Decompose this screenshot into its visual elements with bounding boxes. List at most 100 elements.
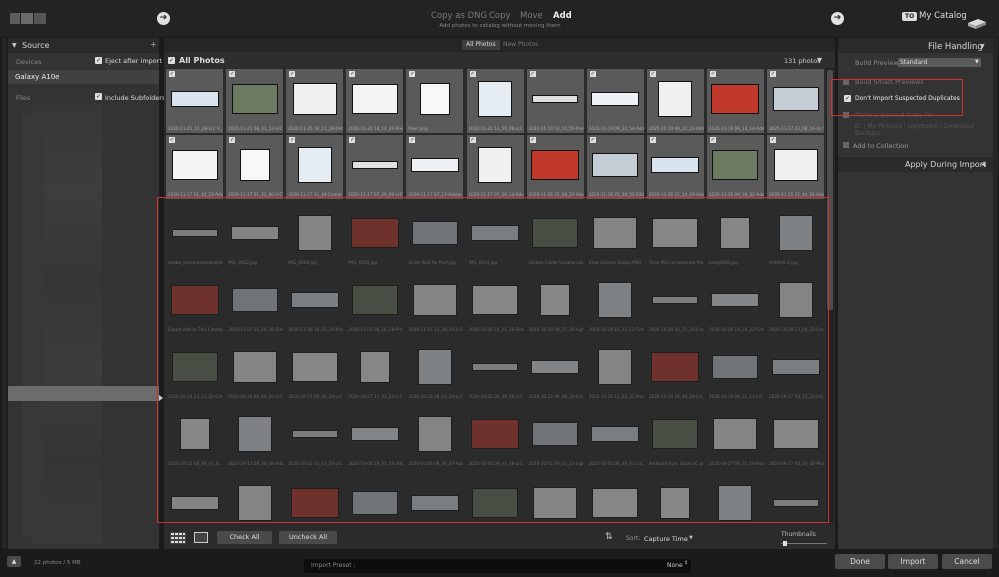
highlight-box bbox=[157, 197, 829, 523]
collapse-triangle-icon[interactable]: ▼ bbox=[817, 56, 822, 64]
devices-label: Devices bbox=[16, 58, 42, 66]
thumbnail-cell[interactable]: ✓2020-11-17 21_45_10-Adob... bbox=[165, 134, 224, 200]
include-checkbox[interactable]: ✓ bbox=[349, 137, 356, 143]
mode-hint: Add photos to catalog without moving the… bbox=[439, 23, 561, 29]
selected-folder[interactable] bbox=[8, 386, 159, 401]
include-checkbox[interactable]: ✓ bbox=[349, 71, 356, 77]
include-checkbox[interactable]: ✓ bbox=[649, 71, 656, 77]
thumbnail-size-handle[interactable] bbox=[783, 541, 787, 546]
thumbnail-cell[interactable]: ✓ 2020-11-19 10_15_55-Poin... bbox=[526, 68, 585, 134]
thumbnail-image bbox=[651, 157, 700, 173]
thumbnail-cell[interactable]: ✓ 2020-11-17 11_44-Camer... bbox=[285, 134, 344, 200]
include-checkbox[interactable]: ✓ bbox=[529, 137, 536, 143]
include-checkbox[interactable]: ✓ bbox=[229, 71, 236, 77]
include-checkbox[interactable]: ✓ bbox=[169, 71, 175, 77]
thumbnail-cell[interactable]: ✓ 2020-11-21 08_31_13-LrC V... bbox=[225, 68, 284, 134]
thumbnail-image bbox=[772, 87, 819, 111]
arrow-right-icon[interactable]: ➔ bbox=[831, 12, 844, 25]
thumbnail-image bbox=[170, 91, 219, 107]
include-checkbox[interactable]: ✓ bbox=[289, 137, 296, 143]
thumbnail-cell[interactable]: ✓ 2020-11-19 09_22_22-Add... bbox=[646, 68, 705, 134]
thumbnail-cell[interactable]: ✓ 2020-11-20 18_12_40-Pixel... bbox=[345, 68, 404, 134]
include-checkbox[interactable]: ✓ bbox=[169, 137, 175, 143]
chevron-updown-icon[interactable]: ⇕ bbox=[684, 560, 688, 566]
mode-move[interactable]: Move bbox=[520, 11, 543, 21]
eject-checkbox[interactable]: ✓ bbox=[95, 57, 102, 64]
include-checkbox[interactable]: ✓ bbox=[409, 137, 416, 143]
thumbnail-frame: ✓ 2020-11-21_11_28-LrC V... bbox=[166, 69, 223, 133]
thumbnail-size-slider[interactable] bbox=[781, 543, 827, 544]
thumbnail-cell[interactable]: ✓ 2020-11-21_11_28-LrC V... bbox=[165, 68, 224, 134]
plus-icon[interactable]: + bbox=[150, 40, 157, 49]
thumbnail-cell[interactable]: ✓ 2020-11-17 07_17-Adobe... bbox=[405, 134, 464, 200]
include-checkbox[interactable]: ✓ bbox=[469, 137, 476, 143]
thumbnail-image bbox=[591, 92, 640, 106]
thumbnail-cell[interactable]: ✓2020-11-16 21_14_43-Adob... bbox=[646, 134, 705, 200]
expand-up-icon[interactable]: ▲ bbox=[7, 556, 21, 567]
thumbnail-image bbox=[531, 150, 580, 180]
mode-add[interactable]: Add bbox=[553, 11, 572, 21]
cancel-button[interactable]: Cancel bbox=[942, 554, 992, 569]
check-all-button[interactable]: Check All bbox=[217, 531, 272, 544]
left-scrollbar[interactable] bbox=[2, 38, 7, 548]
collapse-triangle-icon[interactable]: ▼ bbox=[12, 42, 17, 49]
tab-new-photos[interactable]: New Photos bbox=[499, 40, 542, 50]
include-checkbox[interactable]: ✓ bbox=[770, 71, 776, 77]
grid-view-icon[interactable] bbox=[170, 532, 186, 544]
expand-triangle-icon[interactable]: ◀ bbox=[981, 161, 986, 168]
done-button[interactable]: Done bbox=[835, 554, 885, 569]
import-preset-select[interactable]: None bbox=[667, 562, 683, 569]
include-checkbox[interactable]: ✓ bbox=[409, 71, 416, 77]
thumbnail-cell[interactable]: ✓ 2020-11-20 13_59_08-LrC... bbox=[466, 68, 525, 134]
import-preset-label: Import Preset : bbox=[311, 562, 356, 569]
thumbnail-cell[interactable]: ✓2020-11-17 07_16_14-Adob... bbox=[466, 134, 525, 200]
right-scrollbar[interactable] bbox=[993, 38, 998, 548]
destination-catalog[interactable]: My Catalog bbox=[919, 11, 967, 21]
thumbnail-caption: 2020-11-20 18_12_40-Pixel... bbox=[348, 126, 404, 131]
include-checkbox[interactable]: ✓ bbox=[589, 137, 596, 143]
thumbnail-cell[interactable]: ✓ 2020-11-20 18_11_28-Untitl... bbox=[285, 68, 344, 134]
include-checkbox[interactable]: ✓ bbox=[649, 137, 656, 143]
subfolders-checkbox[interactable]: ✓ bbox=[95, 93, 102, 100]
mode-copy-as-dng[interactable]: Copy as DNG bbox=[431, 11, 487, 21]
thumbnail-cell[interactable]: ✓2020-11-16 09_34_32-Adob... bbox=[706, 134, 765, 200]
thumbnail-frame: ✓ 2020-11-19 10_15_55-Poin... bbox=[526, 69, 584, 133]
thumbnail-cell[interactable]: ✓ 2020-11-19 09_14_14-Add... bbox=[706, 68, 765, 134]
thumbnail-cell[interactable]: ✓ Pow!.png bbox=[405, 68, 464, 134]
include-checkbox[interactable]: ✓ bbox=[709, 71, 716, 77]
include-checkbox[interactable]: ✓ bbox=[229, 137, 236, 143]
thumbnail-cell[interactable]: ✓2020-11-16 22_18_22-Adob... bbox=[526, 134, 585, 200]
thumbnail-cell[interactable]: ✓ 2020-11-17 21_33_00-LrC... bbox=[225, 134, 284, 200]
all-photos-checkbox[interactable]: ✓ bbox=[168, 57, 175, 64]
eject-label: Eject after import bbox=[105, 57, 163, 65]
arrow-right-icon[interactable]: ➔ bbox=[157, 12, 170, 25]
thumbnail-cell[interactable]: ✓2020-11-15 21_44_01-Adob... bbox=[766, 134, 824, 200]
folder-tree[interactable] bbox=[22, 116, 44, 536]
all-photos-label: All Photos bbox=[179, 56, 225, 65]
chevron-down-icon[interactable]: ▼ bbox=[975, 59, 979, 65]
thumbnail-cell[interactable]: ✓ 2020-11-17 22_08_16-no Sp... bbox=[766, 68, 824, 134]
include-checkbox[interactable]: ✓ bbox=[289, 71, 296, 77]
device-name: Galaxy A10e bbox=[15, 73, 60, 81]
include-checkbox[interactable]: ✓ bbox=[589, 71, 596, 77]
thumbnail-cell[interactable]: ✓ 2020-11-16 21_38_52-Edit... bbox=[586, 134, 645, 200]
include-checkbox[interactable]: ✓ bbox=[709, 137, 716, 143]
import-button[interactable]: Import bbox=[888, 554, 938, 569]
include-checkbox[interactable]: ✓ bbox=[529, 71, 536, 77]
include-checkbox[interactable]: ✓ bbox=[469, 71, 476, 77]
sort-order-icon[interactable]: ⇅ bbox=[605, 532, 613, 542]
tab-all-photos[interactable]: All Photos bbox=[462, 40, 500, 50]
sort-dropdown[interactable]: Capture Time bbox=[644, 535, 688, 543]
thumbnail-image bbox=[419, 83, 450, 115]
uncheck-all-button[interactable]: Uncheck All bbox=[279, 531, 337, 544]
thumbnail-cell[interactable]: ✓ 2020-11-19 09_22_54-Add... bbox=[586, 68, 645, 134]
thumbnail-cell[interactable]: ✓ 2020-11-17 07_29_09-LrC... bbox=[345, 134, 404, 200]
loupe-view-icon[interactable] bbox=[194, 532, 208, 543]
include-checkbox[interactable]: ✓ bbox=[770, 137, 776, 143]
chevron-down-icon[interactable]: ▼ bbox=[689, 535, 693, 541]
collapse-triangle-icon[interactable]: ▼ bbox=[980, 43, 985, 50]
thumbnail-caption: 2020-11-19 10_15_55-Poin... bbox=[528, 126, 584, 131]
thumbnail-frame: ✓ 2020-11-16 21_38_52-Edit... bbox=[586, 135, 644, 199]
add-collection-checkbox[interactable] bbox=[843, 142, 849, 148]
mode-copy[interactable]: Copy bbox=[489, 11, 511, 21]
